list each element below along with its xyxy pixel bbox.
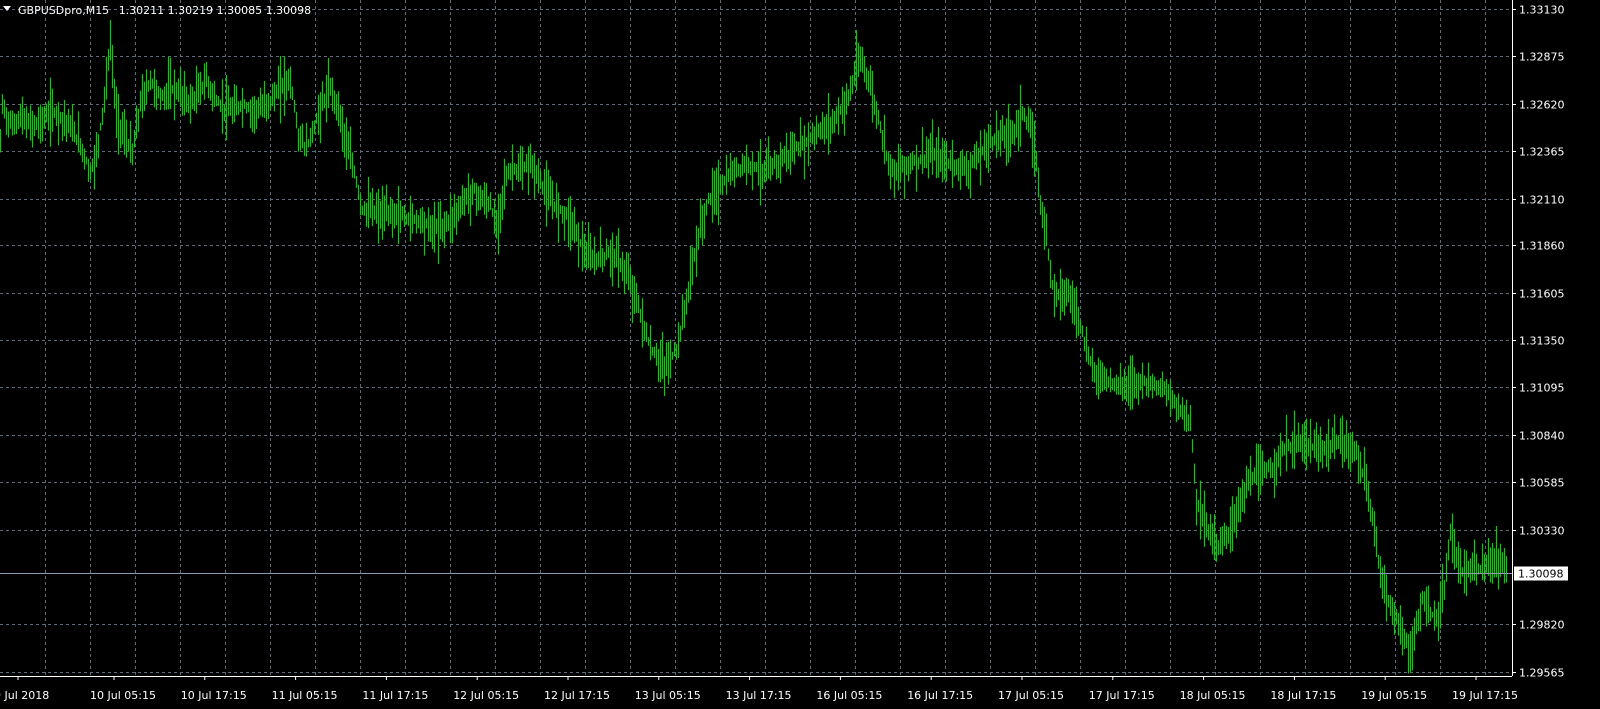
time-axis-label: 9 Jul 2018 <box>0 689 49 702</box>
price-axis-label: 1.29820 <box>1519 619 1565 632</box>
svg-text:GBPUSDpro,M15 1.30211: GBPUSDpro,M15 1.30211 1.30219 1.30085 1.… <box>18 4 311 17</box>
symbol-timeframe: GBPUSDpro,M15 <box>18 4 109 17</box>
ohlc-values: 1.30211 1.30219 1.30085 1.30098 <box>119 4 311 17</box>
price-axis-label: 1.30840 <box>1519 430 1565 443</box>
price-axis-label: 1.32365 <box>1519 146 1565 159</box>
chart-window[interactable]: 1.33130 1.32875 1.32620 1.32365 1.32110 1.318… <box>0 0 1600 709</box>
time-axis-label: 12 Jul 17:15 <box>544 689 610 702</box>
price-axis-label: 1.32110 <box>1519 194 1565 207</box>
price-axis-label: 1.33130 <box>1519 4 1565 17</box>
time-axis-label: 16 Jul 17:15 <box>907 689 973 702</box>
price-axis-label: 1.29565 <box>1519 667 1565 680</box>
time-axis-label: 18 Jul 05:15 <box>1180 689 1246 702</box>
price-bars <box>0 20 1508 674</box>
time-axis-label: 17 Jul 05:15 <box>998 689 1064 702</box>
price-axis-label: 1.31605 <box>1519 288 1565 301</box>
chart-header: GBPUSDpro,M15 1.30211 1.30219 1.30085 1.… <box>3 4 311 17</box>
time-axis-label: 11 Jul 05:15 <box>272 689 338 702</box>
price-axis-label: 1.31095 <box>1519 382 1565 395</box>
time-axis-label: 19 Jul 05:15 <box>1361 689 1427 702</box>
time-axis-label: 12 Jul 05:15 <box>453 689 519 702</box>
price-axis-label: 1.32620 <box>1519 99 1565 112</box>
time-axis-label: 17 Jul 17:15 <box>1089 689 1155 702</box>
current-price-label: 1.30098 <box>1514 566 1568 581</box>
time-axis-label: 16 Jul 05:15 <box>816 689 882 702</box>
time-axis-label: 19 Jul 17:15 <box>1452 689 1518 702</box>
price-axis-label: 1.31860 <box>1519 240 1565 253</box>
time-axis-label: 11 Jul 17:15 <box>362 689 428 702</box>
time-axis-label: 13 Jul 17:15 <box>726 689 792 702</box>
triangle-down-icon[interactable] <box>3 6 11 11</box>
time-axis-label: 13 Jul 05:15 <box>635 689 701 702</box>
price-chart[interactable]: 1.33130 1.32875 1.32620 1.32365 1.32110 1.318… <box>0 0 1600 709</box>
current-price-text: 1.30098 <box>1518 568 1564 581</box>
time-axis: 9 Jul 2018 10 Jul 05:15 10 Jul 17:15 11 Jul… <box>0 676 1518 702</box>
time-axis-label: 18 Jul 17:15 <box>1270 689 1336 702</box>
price-axis-label: 1.30585 <box>1519 477 1565 490</box>
time-axis-label: 10 Jul 05:15 <box>90 689 156 702</box>
price-axis-label: 1.30330 <box>1519 525 1565 538</box>
price-axis-label: 1.31350 <box>1519 335 1565 348</box>
time-axis-label: 10 Jul 17:15 <box>181 689 247 702</box>
price-axis-label: 1.32875 <box>1519 51 1565 64</box>
